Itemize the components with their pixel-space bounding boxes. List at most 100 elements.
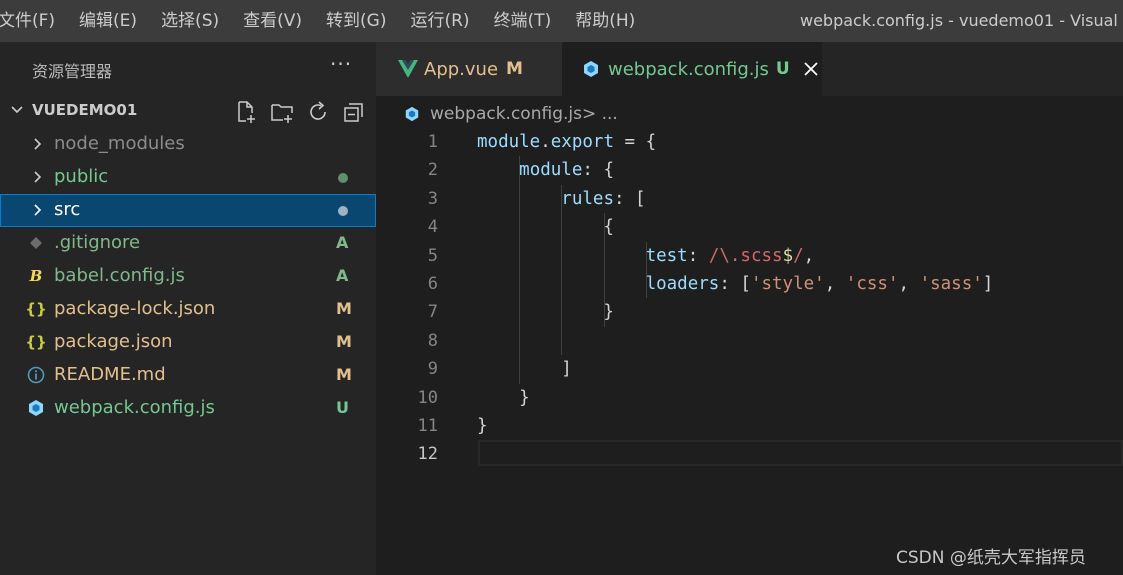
explorer-sidebar: 资源管理器 ··· VUEDEMO01 node_modules public … bbox=[0, 42, 376, 575]
line-number: 1 bbox=[427, 132, 438, 152]
code-line[interactable]: 12 bbox=[376, 440, 1123, 468]
webpack-cube-icon bbox=[405, 106, 419, 122]
menu-edit[interactable]: 编辑(E) bbox=[67, 0, 149, 42]
line-number: 7 bbox=[427, 302, 438, 323]
line-number: 12 bbox=[417, 444, 438, 465]
tree-item-node-modules[interactable]: node_modules bbox=[0, 128, 376, 161]
explorer-header: 资源管理器 ··· bbox=[0, 42, 376, 96]
code-text: } bbox=[477, 302, 614, 323]
menu-selection[interactable]: 选择(S) bbox=[149, 0, 231, 42]
line-number: 2 bbox=[427, 160, 438, 181]
tab-label: webpack.config.js bbox=[608, 58, 769, 80]
tree-item-label: package.json bbox=[54, 331, 173, 352]
line-number: 11 bbox=[417, 415, 438, 436]
code-line[interactable]: 9 ] bbox=[376, 355, 1123, 383]
code-line[interactable]: 5 test: /\.scss$/, bbox=[376, 242, 1123, 270]
git-diamond-icon bbox=[26, 233, 46, 253]
code-line[interactable]: 2 module: { bbox=[376, 156, 1123, 184]
code-line[interactable]: 10 } bbox=[376, 384, 1123, 412]
refresh-icon[interactable] bbox=[306, 100, 330, 124]
tree-item-babel-config[interactable]: B babel.config.js A bbox=[0, 260, 376, 293]
code-text: } bbox=[477, 415, 488, 436]
code-line[interactable]: 11} bbox=[376, 412, 1123, 440]
menu-terminal[interactable]: 终端(T) bbox=[482, 0, 564, 42]
json-braces-icon: {} bbox=[25, 333, 47, 351]
line-number: 4 bbox=[427, 217, 438, 238]
watermark: CSDN @纸壳大军指挥员 bbox=[896, 548, 1086, 568]
chevron-right-icon bbox=[34, 171, 42, 183]
tree-item-label: public bbox=[54, 166, 109, 187]
line-number: 8 bbox=[427, 330, 438, 351]
menu-bar: 文件(F) 编辑(E) 选择(S) 查看(V) 转到(G) 运行(R) 终端(T… bbox=[0, 0, 647, 42]
new-file-icon[interactable] bbox=[234, 100, 258, 124]
collapse-all-icon[interactable] bbox=[342, 100, 366, 124]
git-status-badge: A bbox=[336, 233, 349, 252]
json-braces-icon: {} bbox=[25, 300, 47, 318]
workspace-folder-name: VUEDEMO01 bbox=[32, 101, 138, 119]
code-text: } bbox=[477, 387, 530, 408]
tree-item-gitignore[interactable]: .gitignore A bbox=[0, 227, 376, 260]
breadcrumb-file[interactable]: webpack.config.js bbox=[430, 104, 582, 124]
tree-item-src[interactable]: src bbox=[0, 194, 376, 227]
current-line-highlight bbox=[478, 440, 1123, 467]
indent-guide bbox=[645, 241, 647, 299]
file-tree: node_modules public src .gitignore A B b… bbox=[0, 128, 376, 425]
new-folder-icon[interactable] bbox=[270, 100, 294, 124]
tree-item-label: babel.config.js bbox=[54, 265, 185, 286]
menu-file[interactable]: 文件(F) bbox=[0, 0, 67, 42]
line-number: 5 bbox=[427, 245, 438, 266]
git-status-badge: U bbox=[336, 398, 349, 417]
menu-go[interactable]: 转到(G) bbox=[314, 0, 398, 42]
code-text: module.export = { bbox=[477, 132, 657, 152]
window-title: webpack.config.js - vuedemo01 - Visual S… bbox=[800, 11, 1123, 30]
tree-item-public[interactable]: public bbox=[0, 161, 376, 194]
chevron-down-icon bbox=[11, 106, 23, 114]
line-number: 10 bbox=[417, 387, 438, 408]
tree-item-label: package-lock.json bbox=[54, 298, 216, 319]
line-number: 3 bbox=[427, 188, 438, 209]
menu-view[interactable]: 查看(V) bbox=[231, 0, 314, 42]
git-status-badge: M bbox=[336, 299, 352, 318]
vue-icon bbox=[398, 60, 418, 78]
tree-item-readme[interactable]: README.md M bbox=[0, 359, 376, 392]
webpack-cube-icon bbox=[26, 398, 46, 418]
code-text: module: { bbox=[519, 160, 614, 181]
breadcrumb: webpack.config.js > ... bbox=[404, 100, 618, 128]
tab-app-vue[interactable]: App.vue M bbox=[376, 42, 562, 96]
git-status-badge: M bbox=[336, 332, 352, 351]
tab-label: App.vue bbox=[424, 58, 499, 80]
tree-item-label: README.md bbox=[54, 364, 166, 385]
tree-item-webpack-config[interactable]: webpack.config.js U bbox=[0, 392, 376, 425]
tab-git-status: M bbox=[506, 59, 523, 79]
babel-icon: B bbox=[29, 267, 43, 285]
tab-webpack-config[interactable]: webpack.config.js U bbox=[562, 42, 822, 96]
menu-help[interactable]: 帮助(H) bbox=[563, 0, 647, 42]
tree-item-package-json[interactable]: {} package.json M bbox=[0, 326, 376, 359]
editor-tabs: App.vue M webpack.config.js U bbox=[376, 42, 1123, 96]
tree-item-package-lock[interactable]: {} package-lock.json M bbox=[0, 293, 376, 326]
code-line[interactable]: 3 rules: [ bbox=[376, 185, 1123, 213]
info-icon bbox=[26, 365, 46, 385]
breadcrumb-rest[interactable]: > ... bbox=[582, 104, 618, 124]
git-status-badge: A bbox=[336, 266, 349, 285]
folder-actions bbox=[234, 100, 366, 124]
indent-guide bbox=[561, 184, 563, 356]
code-editor[interactable]: 1 module.export = {2 module: {3 rules: [4… bbox=[376, 128, 1123, 469]
tree-item-label: src bbox=[54, 199, 81, 220]
code-line[interactable]: 4 { bbox=[376, 213, 1123, 241]
more-actions-icon[interactable]: ··· bbox=[330, 52, 352, 76]
menu-run[interactable]: 运行(R) bbox=[398, 0, 481, 42]
tree-item-label: node_modules bbox=[54, 133, 185, 154]
code-text: loaders: ['style', 'css', 'sass'] bbox=[645, 273, 994, 294]
modified-dot-icon bbox=[338, 173, 348, 183]
code-line[interactable]: 7 } bbox=[376, 298, 1123, 326]
modified-dot-icon bbox=[338, 206, 348, 216]
code-line[interactable]: 6 loaders: ['style', 'css', 'sass'] bbox=[376, 270, 1123, 298]
line-number: 9 bbox=[427, 359, 438, 380]
tab-git-status: U bbox=[775, 59, 790, 79]
git-status-badge: M bbox=[336, 365, 352, 384]
code-line[interactable]: 1 module.export = { bbox=[376, 128, 1123, 156]
code-line[interactable]: 8 bbox=[376, 327, 1123, 355]
close-icon[interactable] bbox=[803, 61, 819, 77]
workspace-folder-row[interactable]: VUEDEMO01 bbox=[0, 96, 376, 126]
